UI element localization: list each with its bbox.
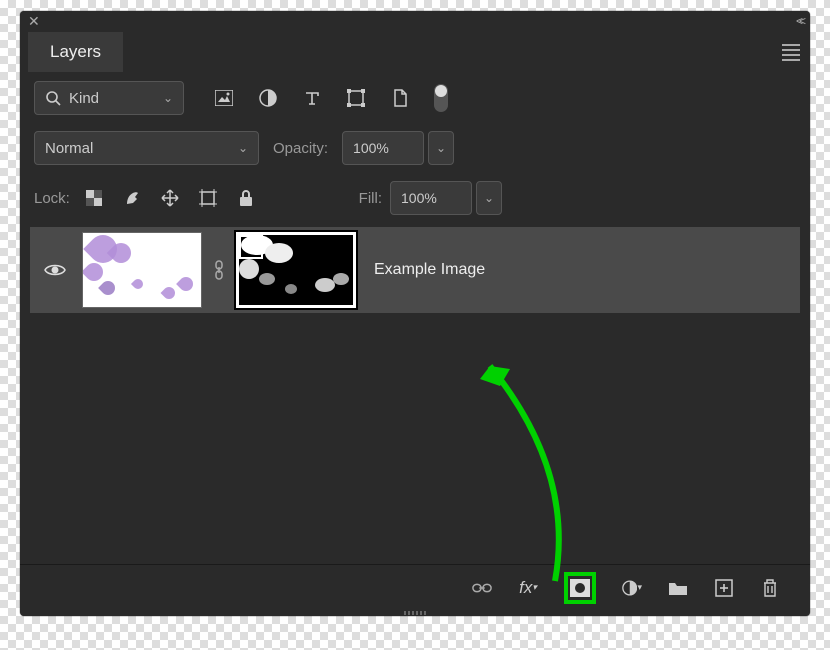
lock-all-icon[interactable] (236, 188, 256, 208)
layer-fx-icon[interactable]: fx▾ (518, 578, 538, 598)
layer-list: Example Image (20, 223, 810, 564)
lock-artboard-icon[interactable] (198, 188, 218, 208)
filter-pixel-icon[interactable] (214, 88, 234, 108)
opacity-label: Opacity: (273, 140, 328, 157)
blend-mode-label: Normal (45, 140, 230, 157)
fill-value: 100% (401, 190, 437, 206)
close-icon[interactable]: ✕ (28, 13, 40, 30)
visibility-eye-icon[interactable] (44, 262, 66, 278)
tab-layers-label: Layers (50, 42, 101, 61)
filter-shape-icon[interactable] (346, 88, 366, 108)
search-icon (45, 90, 61, 106)
lock-row: Lock: Fill: 100% ⌄ (20, 173, 810, 223)
opacity-input[interactable]: 100% (342, 131, 424, 165)
blend-mode-dropdown[interactable]: Normal ⌄ (34, 131, 259, 165)
layers-panel: ✕ << Layers Kind ⌄ (20, 11, 810, 616)
add-layer-icon[interactable] (714, 578, 734, 598)
add-mask-button-highlight (564, 572, 596, 604)
filter-smartobject-icon[interactable] (390, 88, 410, 108)
bottom-toolbar: fx▾ ▾ (20, 564, 810, 610)
lock-transparency-icon[interactable] (84, 188, 104, 208)
filter-kind-label: Kind (69, 90, 155, 107)
tab-layers[interactable]: Layers (28, 32, 123, 72)
tab-bar: Layers (20, 31, 810, 73)
lock-label: Lock: (34, 190, 70, 207)
filter-type-icon[interactable] (302, 88, 322, 108)
layer-mask-thumbnail[interactable] (236, 232, 356, 308)
filter-kind-dropdown[interactable]: Kind ⌄ (34, 81, 184, 115)
chevron-down-icon: ⌄ (163, 91, 173, 105)
delete-layer-icon[interactable] (760, 578, 780, 598)
layer-thumbnail[interactable] (82, 232, 202, 308)
chevron-down-icon: ⌄ (238, 141, 248, 155)
panel-titlebar: ✕ << (20, 11, 810, 31)
add-group-icon[interactable] (668, 578, 688, 598)
fill-chevron[interactable]: ⌄ (476, 181, 502, 215)
blend-row: Normal ⌄ Opacity: 100% ⌄ (20, 123, 810, 173)
opacity-value: 100% (353, 140, 389, 156)
collapse-icon[interactable]: << (796, 14, 802, 28)
filter-adjustment-icon[interactable] (258, 88, 278, 108)
resize-grip[interactable] (20, 610, 810, 616)
fill-input[interactable]: 100% (390, 181, 472, 215)
link-layers-icon[interactable] (472, 578, 492, 598)
add-adjustment-icon[interactable]: ▾ (622, 578, 642, 598)
filter-row: Kind ⌄ (20, 73, 810, 123)
lock-image-icon[interactable] (122, 188, 142, 208)
opacity-chevron[interactable]: ⌄ (428, 131, 454, 165)
layer-row[interactable]: Example Image (30, 227, 800, 313)
panel-menu-icon[interactable] (782, 44, 800, 61)
lock-position-icon[interactable] (160, 188, 180, 208)
fill-label: Fill: (359, 190, 382, 207)
add-mask-icon[interactable] (570, 578, 590, 598)
layer-name-label[interactable]: Example Image (374, 261, 485, 279)
link-icon[interactable] (212, 260, 226, 280)
filter-toggle[interactable] (434, 84, 448, 112)
